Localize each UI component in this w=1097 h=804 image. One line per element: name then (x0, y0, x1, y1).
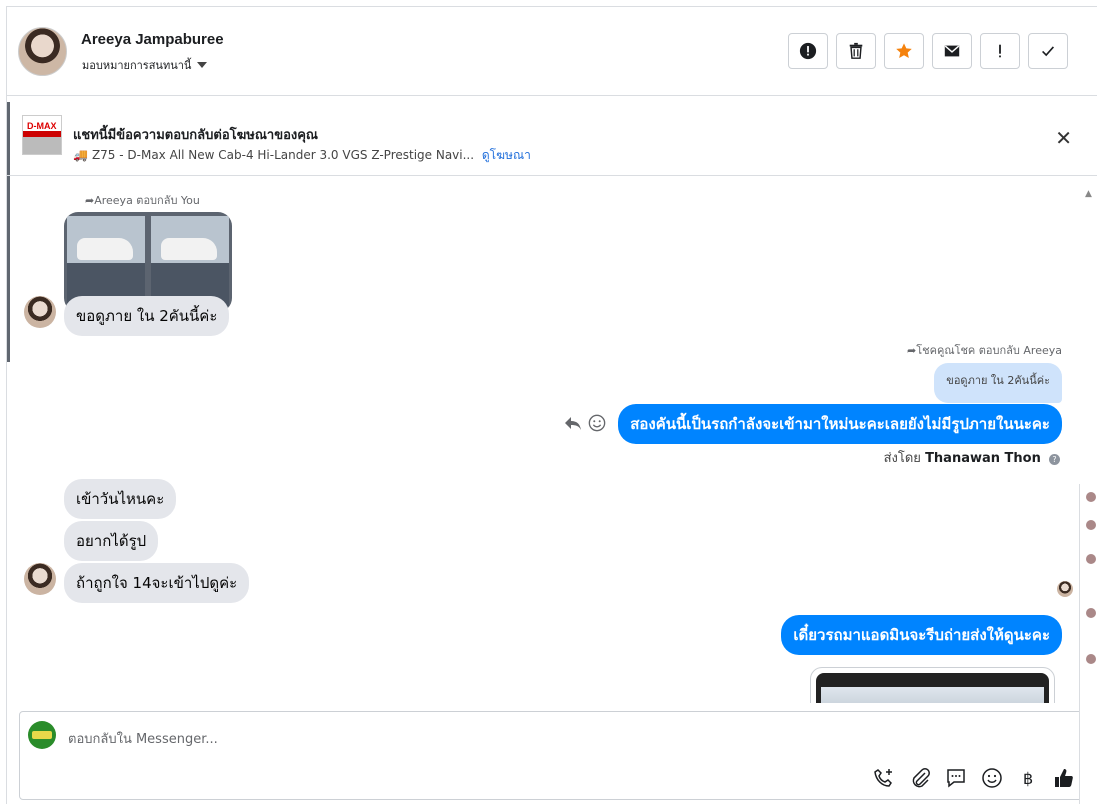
close-icon[interactable]: ✕ (1055, 126, 1072, 150)
outgoing-photo-attachment[interactable] (810, 667, 1055, 703)
sent-by-name: Thanawan Thon (925, 451, 1041, 466)
ad-name: Z75 - D-Max All New Cab-4 Hi-Lander 3.0 … (91, 148, 475, 162)
trash-icon (849, 42, 863, 59)
incoming-message[interactable]: ขอดูภาย ใน 2คันนี้ค่ะ (64, 296, 230, 336)
assign-label: มอบหมายการสนทนานี้ (82, 59, 192, 72)
car-photo (67, 216, 145, 306)
emoji-react-icon[interactable] (588, 414, 606, 432)
message-composer[interactable]: ตอบกลับใน Messenger... ฿ (19, 711, 1084, 800)
contact-name[interactable]: Areeya Jampaburee (81, 31, 224, 48)
reply-note-text: โชคคูณโชค ตอบกลับ Areeya (916, 344, 1062, 357)
reply-icon[interactable] (564, 415, 582, 431)
caret-down-icon (197, 62, 208, 68)
incoming-message[interactable]: อยากได้รูป (64, 521, 159, 561)
avatar[interactable] (24, 296, 56, 328)
car-photo (151, 216, 229, 306)
ad-banner-subtitle: 🚚 Z75 - D-Max All New Cab-4 Hi-Lander 3.0… (73, 146, 531, 165)
ad-thumb-text: D-MAX (27, 121, 57, 131)
page-avatar (28, 721, 56, 749)
important-button[interactable] (980, 33, 1020, 69)
delete-button[interactable] (836, 33, 876, 69)
quoted-message[interactable]: ขอดูภาย ใน 2คันนี้ค่ะ (934, 363, 1062, 403)
thumbs-up-icon[interactable] (1053, 767, 1075, 789)
outgoing-message[interactable]: เดี๋ยวรถมาแอดมินจะรีบถ่ายส่งให้ดูนะคะ (781, 615, 1062, 655)
avatar[interactable] (24, 563, 56, 595)
spam-button[interactable] (788, 33, 828, 69)
composer-tools: ฿ (873, 767, 1075, 789)
message-thread: ➦Areeya ตอบกลับ You ขอดูภาย ใน 2คันนี้ค่… (7, 177, 1097, 703)
sent-by-label: ส่งโดย (883, 451, 921, 466)
incoming-message[interactable]: ถ้าถูกใจ 14จะเข้าไปดูค่ะ (64, 563, 250, 603)
reply-note: ➦Areeya ตอบกลับ You (85, 191, 200, 209)
reply-input[interactable]: ตอบกลับใน Messenger... (68, 728, 218, 749)
phone-plus-icon[interactable] (873, 767, 895, 789)
reply-arrow-icon: ➦ (85, 194, 95, 207)
baht-icon[interactable]: ฿ (1017, 767, 1039, 789)
mark-done-button[interactable] (1028, 33, 1068, 69)
exclamation-icon (999, 44, 1001, 58)
assign-conversation-dropdown[interactable]: มอบหมายการสนทนานี้ (82, 56, 208, 74)
emoji-icon[interactable] (981, 767, 1003, 789)
help-icon[interactable]: ? (1049, 454, 1060, 465)
conversation-header: Areeya Jampaburee มอบหมายการสนทนานี้ (7, 7, 1097, 96)
paperclip-icon[interactable] (909, 767, 931, 789)
truck-icon: 🚚 (73, 148, 88, 162)
view-ad-link[interactable]: ดูโฆษณา (482, 148, 531, 162)
contact-avatar[interactable] (18, 27, 67, 76)
mark-unread-button[interactable] (932, 33, 972, 69)
reply-note: ➦โชคคูณโชค ตอบกลับ Areeya (907, 341, 1062, 359)
seen-avatar (1057, 581, 1073, 597)
quick-reply-icon[interactable] (945, 767, 967, 789)
ad-reply-banner: D-MAX แชทนี้มีข้อความตอบกลับต่อโฆษณาของค… (7, 96, 1097, 176)
message-actions (564, 414, 606, 432)
mail-icon (944, 45, 960, 57)
header-actions (788, 33, 1068, 69)
outgoing-message[interactable]: สองคันนี้เป็นรถกำลังจะเข้ามาใหม่นะคะเลยย… (618, 404, 1062, 444)
star-button[interactable] (884, 33, 924, 69)
star-icon (896, 43, 912, 59)
reply-arrow-icon: ➦ (907, 344, 917, 357)
check-icon (1042, 46, 1055, 57)
alert-circle-icon (799, 42, 817, 60)
scroll-up-icon[interactable]: ▲ (1085, 189, 1092, 199)
inbox-panel: Areeya Jampaburee มอบหมายการสนทนานี้ D-M… (6, 6, 1097, 804)
ad-banner-title: แชทนี้มีข้อความตอบกลับต่อโฆษณาของคุณ (73, 128, 318, 143)
side-panel-peek[interactable] (1079, 484, 1097, 804)
sent-by: ส่งโดย Thanawan Thon ? (884, 447, 1060, 468)
reply-note-text: Areeya ตอบกลับ You (94, 194, 200, 207)
svg-text:฿: ฿ (1023, 769, 1033, 788)
incoming-message[interactable]: เข้าวันไหนคะ (64, 479, 177, 519)
ad-thumbnail[interactable]: D-MAX (22, 115, 62, 155)
